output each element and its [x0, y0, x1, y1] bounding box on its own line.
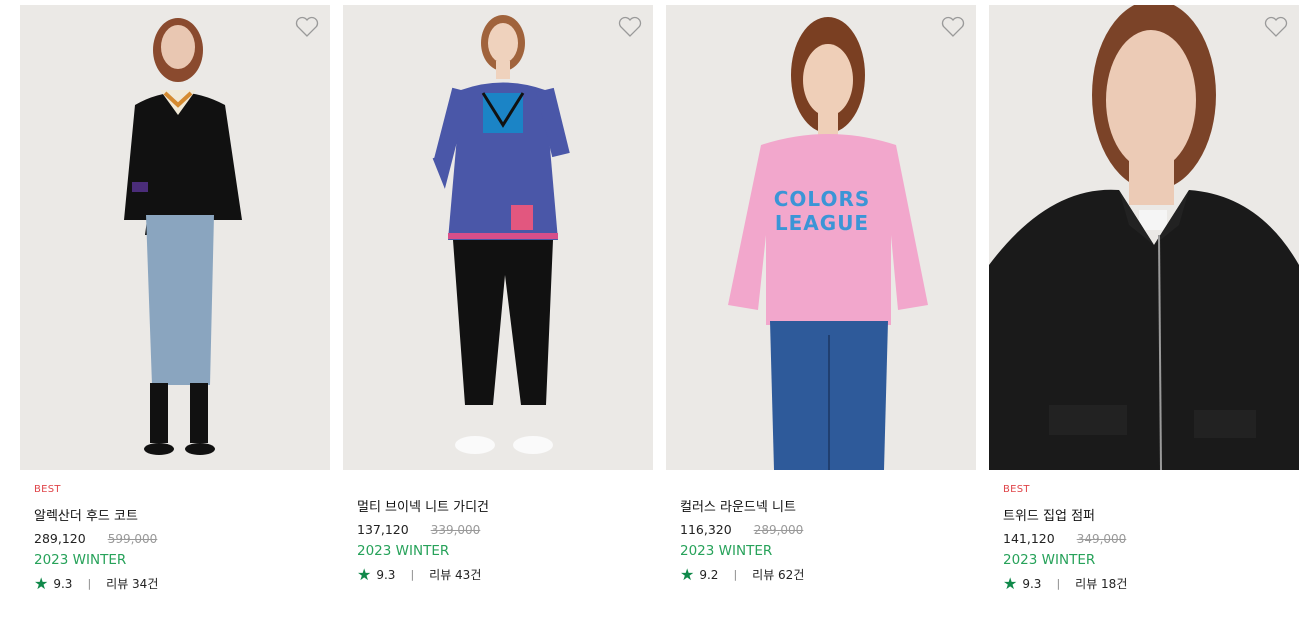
product-photo-cardigan — [343, 5, 653, 470]
season-label: 2023 WINTER — [1003, 552, 1096, 568]
separator: | — [87, 577, 92, 590]
rating-score: 9.2 — [699, 567, 719, 582]
product-name[interactable]: 멀티 브이넥 니트 가디건 — [357, 496, 653, 515]
product-name[interactable]: 알렉산더 후드 코트 — [34, 505, 330, 524]
product-grid: BEST 알렉산더 후드 코트 289,120 599,000 2023 WIN… — [0, 0, 1304, 623]
star-icon: ★ — [34, 573, 49, 593]
rating-row: ★ 9.3 | 리뷰 43건 — [357, 566, 653, 583]
season-label: 2023 WINTER — [680, 543, 773, 559]
season-label: 2023 WINTER — [34, 552, 127, 568]
sweater-print: COLORS LEAGUE — [773, 187, 871, 235]
star-icon: ★ — [680, 564, 695, 584]
wishlist-heart-icon[interactable] — [941, 16, 965, 38]
original-price: 289,000 — [753, 523, 804, 537]
best-badge: BEST — [34, 484, 61, 495]
product-image[interactable] — [989, 5, 1299, 470]
product-name[interactable]: 트위드 집업 점퍼 — [1003, 505, 1299, 524]
product-card[interactable]: BEST 트위드 집업 점퍼 141,120 349,000 2023 WINT… — [989, 5, 1299, 592]
sale-price: 141,120 — [1003, 531, 1055, 546]
product-photo-knit — [666, 5, 976, 470]
product-photo-jacket — [989, 5, 1299, 470]
product-image[interactable]: COLORS LEAGUE — [666, 5, 976, 470]
review-count: 리뷰 62건 — [752, 568, 805, 582]
wishlist-heart-icon[interactable] — [618, 16, 642, 38]
product-card[interactable]: BEST 알렉산더 후드 코트 289,120 599,000 2023 WIN… — [20, 5, 330, 592]
rating-score: 9.3 — [376, 567, 396, 582]
rating-row: ★ 9.3 | 리뷰 18건 — [1003, 575, 1299, 592]
original-price: 349,000 — [1076, 532, 1127, 546]
star-icon: ★ — [1003, 573, 1018, 593]
separator: | — [1056, 577, 1061, 590]
rating-row: ★ 9.3 | 리뷰 34건 — [34, 575, 330, 592]
sale-price: 116,320 — [680, 522, 732, 537]
star-icon: ★ — [357, 564, 372, 584]
rating-score: 9.3 — [53, 576, 73, 591]
product-card[interactable]: 멀티 브이넥 니트 가디건 137,120 339,000 2023 WINTE… — [343, 5, 653, 583]
product-image[interactable] — [20, 5, 330, 470]
price-row: 116,320 289,000 — [680, 522, 976, 537]
season-label: 2023 WINTER — [357, 543, 450, 559]
wishlist-heart-icon[interactable] — [1264, 16, 1288, 38]
separator: | — [410, 568, 415, 581]
sale-price: 289,120 — [34, 531, 86, 546]
review-count: 리뷰 34건 — [106, 577, 159, 591]
original-price: 599,000 — [107, 532, 158, 546]
price-row: 141,120 349,000 — [1003, 531, 1299, 546]
price-row: 289,120 599,000 — [34, 531, 330, 546]
separator: | — [733, 568, 738, 581]
wishlist-heart-icon[interactable] — [295, 16, 319, 38]
rating-score: 9.3 — [1022, 576, 1042, 591]
original-price: 339,000 — [430, 523, 481, 537]
product-card[interactable]: COLORS LEAGUE 컬러스 라운드넥 니트 116,320 289,00… — [666, 5, 976, 583]
product-image[interactable] — [343, 5, 653, 470]
review-count: 리뷰 43건 — [429, 568, 482, 582]
product-name[interactable]: 컬러스 라운드넥 니트 — [680, 496, 976, 515]
sale-price: 137,120 — [357, 522, 409, 537]
rating-row: ★ 9.2 | 리뷰 62건 — [680, 566, 976, 583]
price-row: 137,120 339,000 — [357, 522, 653, 537]
product-photo-coat — [20, 5, 330, 470]
best-badge: BEST — [1003, 484, 1030, 495]
review-count: 리뷰 18건 — [1075, 577, 1128, 591]
